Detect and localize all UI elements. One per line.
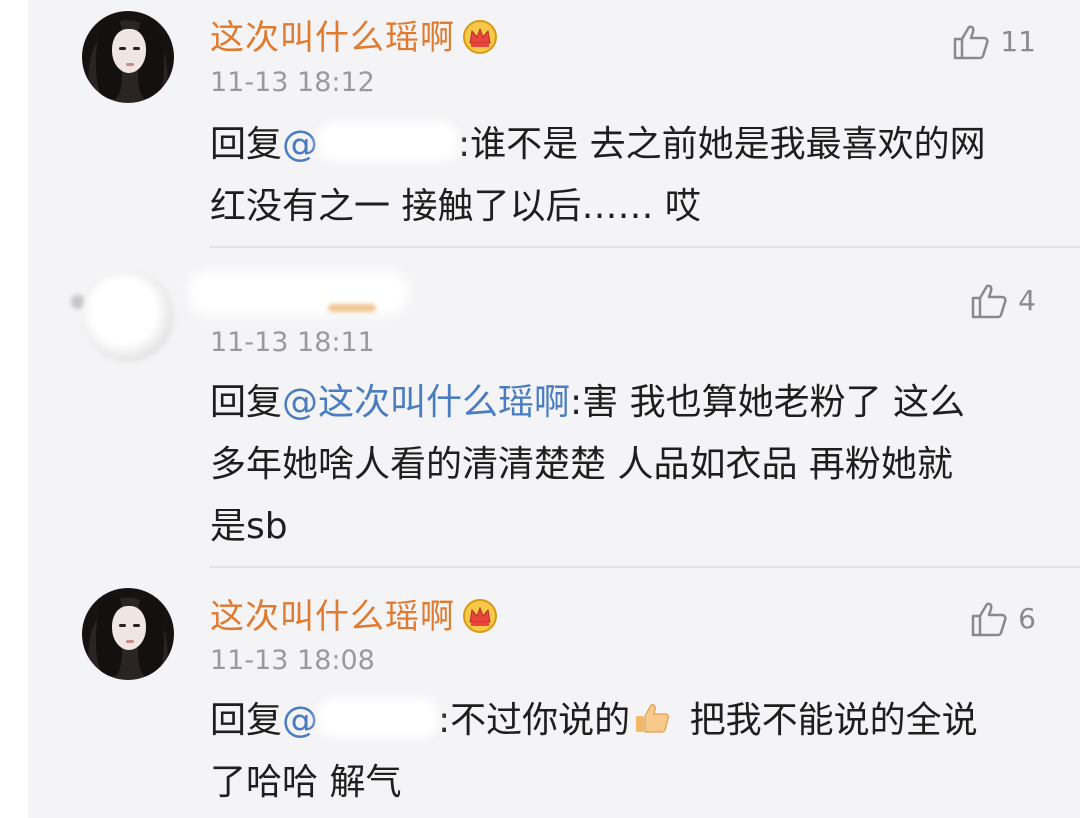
- comment-body: 回复@ :不过你说的 把我不能说的全说 了哈哈 解气: [210, 690, 1040, 814]
- redacted-mention: [318, 122, 459, 162]
- redacted-badge: [328, 304, 376, 312]
- reply-prefix: 回复: [210, 382, 283, 423]
- mention-text[interactable]: @: [282, 700, 318, 741]
- like-button[interactable]: 4: [970, 283, 1036, 319]
- username[interactable]: 这次叫什么瑶啊: [210, 18, 499, 58]
- comment-line: 了哈哈 解气: [210, 762, 402, 803]
- mention-text[interactable]: @: [282, 124, 318, 165]
- thumbs-up-icon: [954, 25, 989, 60]
- divider: [210, 246, 1080, 248]
- comment-line: 回复@ :谁不是 去之前她是我最喜欢的网: [210, 114, 1040, 176]
- like-count: 4: [1018, 284, 1036, 317]
- comment-line: 回复@这次叫什么瑶啊:害 我也算她老粉了 这么: [210, 372, 1040, 434]
- username-text[interactable]: 这次叫什么瑶啊: [210, 18, 455, 58]
- comment-text: :害 我也算她老粉了 这么: [570, 382, 966, 423]
- comment-time: 11-13 18:08: [210, 645, 375, 676]
- comment-line: 回复@ :不过你说的 把我不能说的全说: [210, 690, 1040, 752]
- thumbs-up-icon: [971, 602, 1007, 637]
- crown-icon: [463, 19, 497, 54]
- comment-text: :不过你说的: [438, 700, 631, 741]
- comment-time: 11-13 18:12: [210, 67, 375, 98]
- divider: [210, 566, 1080, 568]
- avatar[interactable]: [82, 270, 174, 362]
- redacted-mention: [318, 698, 439, 738]
- reply-prefix: 回复: [210, 124, 283, 165]
- crown-icon: [463, 598, 497, 633]
- like-button[interactable]: 11: [952, 24, 1036, 60]
- thumbs-up-emoji: [636, 704, 670, 733]
- reply-prefix: 回复: [210, 700, 283, 741]
- mention-link[interactable]: @: [282, 122, 459, 165]
- comment-list: 这次叫什么瑶啊 11-13 18:12 11 回复@:谁不是 去之前她是我最喜欢…: [28, 0, 1080, 818]
- mention-link[interactable]: @: [282, 698, 439, 741]
- comment-line: 是sb: [210, 506, 288, 547]
- like-count: 6: [1018, 602, 1036, 635]
- comment-time: 11-13 18:11: [210, 327, 375, 358]
- username[interactable]: 这次叫什么瑶啊: [210, 597, 499, 637]
- comment-text: :谁不是 去之前她是我最喜欢的网: [458, 124, 986, 165]
- comment-text: 把我不能说的全说: [678, 700, 978, 741]
- thumbs-up-icon: [971, 284, 1007, 319]
- comment-line: 红没有之一 接触了以后…… 哎: [210, 186, 701, 227]
- comment-line: 多年她啥人看的清清楚楚 人品如衣品 再粉她就: [210, 444, 953, 485]
- like-button[interactable]: 6: [970, 601, 1036, 637]
- comment-body: 回复@这次叫什么瑶啊:害 我也算她老粉了 这么 多年她啥人看的清清楚楚 人品如衣…: [210, 372, 1040, 558]
- mention-link[interactable]: @这次叫什么瑶啊: [282, 382, 570, 423]
- username-text[interactable]: 这次叫什么瑶啊: [210, 597, 455, 637]
- avatar[interactable]: [82, 588, 174, 680]
- comment-body: 回复@ :谁不是 去之前她是我最喜欢的网 红没有之一 接触了以后…… 哎: [210, 114, 1040, 238]
- avatar[interactable]: [82, 11, 174, 103]
- like-count: 11: [1000, 25, 1036, 58]
